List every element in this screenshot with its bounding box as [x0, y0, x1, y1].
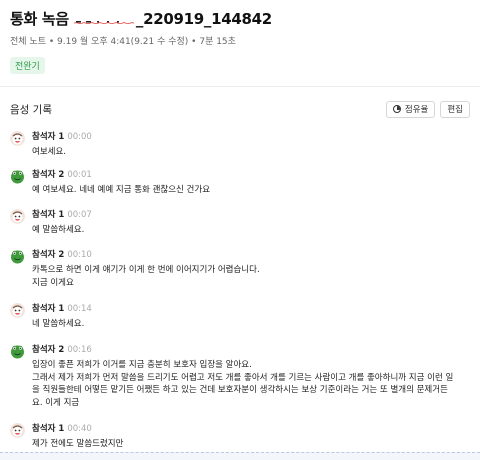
- speaker-line: 참석자 1 00:40: [32, 422, 92, 434]
- message-text: 제가 전에도 말씀드렸지만: [32, 438, 470, 451]
- timestamp[interactable]: 00:16: [67, 345, 92, 355]
- message-line: 네 말씀하세요.: [32, 319, 85, 329]
- page-title: 통화 녹음 _220919_144842: [10, 8, 470, 29]
- speaker-line: 참석자 2 00:16: [32, 343, 92, 355]
- timestamp[interactable]: 00:14: [67, 304, 92, 314]
- title-suffix: _220919_144842: [135, 10, 272, 28]
- timestamp[interactable]: 00:40: [67, 424, 92, 434]
- section-title: 음성 기록: [10, 103, 52, 116]
- frog-icon: [10, 169, 25, 184]
- speaker-line: 참석자 2 00:01: [32, 168, 92, 180]
- message-line: 예 여보세요. 네네 예예 지금 통화 괜찮으신 건가요: [32, 185, 211, 195]
- message-line: 예 말씀하세요.: [32, 225, 85, 235]
- speaker-line: 참석자 1 00:14: [32, 302, 92, 314]
- message-line: 입장이 좋픈 저희가 이거를 지금 충분히 보호자 입장을 알아요.: [32, 360, 252, 370]
- transcript-header: 음성 기록 점유율 편집: [10, 100, 470, 118]
- message-line: 지금 이게요: [32, 277, 74, 288]
- message-line: 을 직원들한테 어떻든 맡기든 어쨌든 하고 있는 건데 보호자분이 생각하시는…: [32, 385, 448, 395]
- speaker-line: 참석자 1 00:00: [32, 130, 92, 142]
- message-text: 카톡으로 하면 이게 얘기가 이게 한 번에 이어지기가 어렵습니다. 지금 이…: [32, 264, 470, 289]
- speaker-line: 참석자 2 00:10: [32, 248, 92, 260]
- tag-badge[interactable]: 전완기: [10, 57, 45, 74]
- message-line: 요. 이게 지금: [32, 397, 80, 408]
- person-face-icon: [10, 209, 25, 224]
- title-prefix: 통화 녹음: [10, 10, 69, 28]
- speaker-name: 참석자 1: [32, 132, 65, 142]
- speaker-name: 참석자 2: [32, 345, 65, 355]
- timestamp[interactable]: 00:01: [67, 170, 92, 180]
- speaker-name: 참석자 1: [32, 424, 65, 434]
- divider: [0, 86, 480, 87]
- speaker-line: 참석자 1 00:07: [32, 208, 92, 220]
- speaker-name: 참석자 2: [32, 250, 65, 260]
- person-face-icon: [10, 303, 25, 318]
- message-text: 입장이 좋픈 저희가 이거를 지금 충분히 보호자 입장을 알아요. 그래서 제…: [32, 359, 470, 409]
- person-face-icon: [10, 423, 25, 438]
- speaker-name: 참석자 1: [32, 304, 65, 314]
- note-header: 통화 녹음 _220919_144842 전체 노트 • 9.19 월 오후 4…: [0, 0, 480, 84]
- message-line: 여보세요.: [32, 147, 66, 157]
- pie-chart-icon: [392, 105, 401, 113]
- edit-button[interactable]: 편집: [440, 100, 470, 118]
- message-line: 제가 전에도 말씀드렸지만: [32, 439, 124, 449]
- message-line: 카톡으로 하면 이게 얘기가 이게 한 번에 이어지기가 어렵습니다.: [32, 265, 260, 275]
- share-button[interactable]: 점유율: [385, 100, 436, 118]
- message-text: 여보세요.: [32, 146, 470, 159]
- person-face-icon: [10, 131, 25, 146]
- share-button-label: 점유율: [404, 105, 429, 115]
- message-text: 네 말씀하세요.: [32, 318, 470, 331]
- note-meta: 전체 노트 • 9.19 월 오후 4:41(9.21 수 수정) • 7분 1…: [10, 37, 236, 47]
- frog-icon: [10, 249, 25, 264]
- speaker-name: 참석자 2: [32, 170, 65, 180]
- redacted-name: [73, 10, 136, 28]
- message-text: 예 여보세요. 네네 예예 지금 통화 괜찮으신 건가요: [32, 184, 470, 197]
- message-text: 예 말씀하세요.: [32, 224, 470, 237]
- timestamp[interactable]: 00:00: [67, 132, 92, 142]
- message-line: 그래서 제가 저희가 먼저 말씀을 드리기도 어렵고 저도 개를 좋아서 개를 …: [32, 372, 454, 383]
- speaker-name: 참석자 1: [32, 210, 65, 220]
- bottom-toolbar-edge: [0, 452, 480, 460]
- timestamp[interactable]: 00:10: [67, 250, 92, 260]
- timestamp[interactable]: 00:07: [67, 210, 92, 220]
- frog-icon: [10, 344, 25, 359]
